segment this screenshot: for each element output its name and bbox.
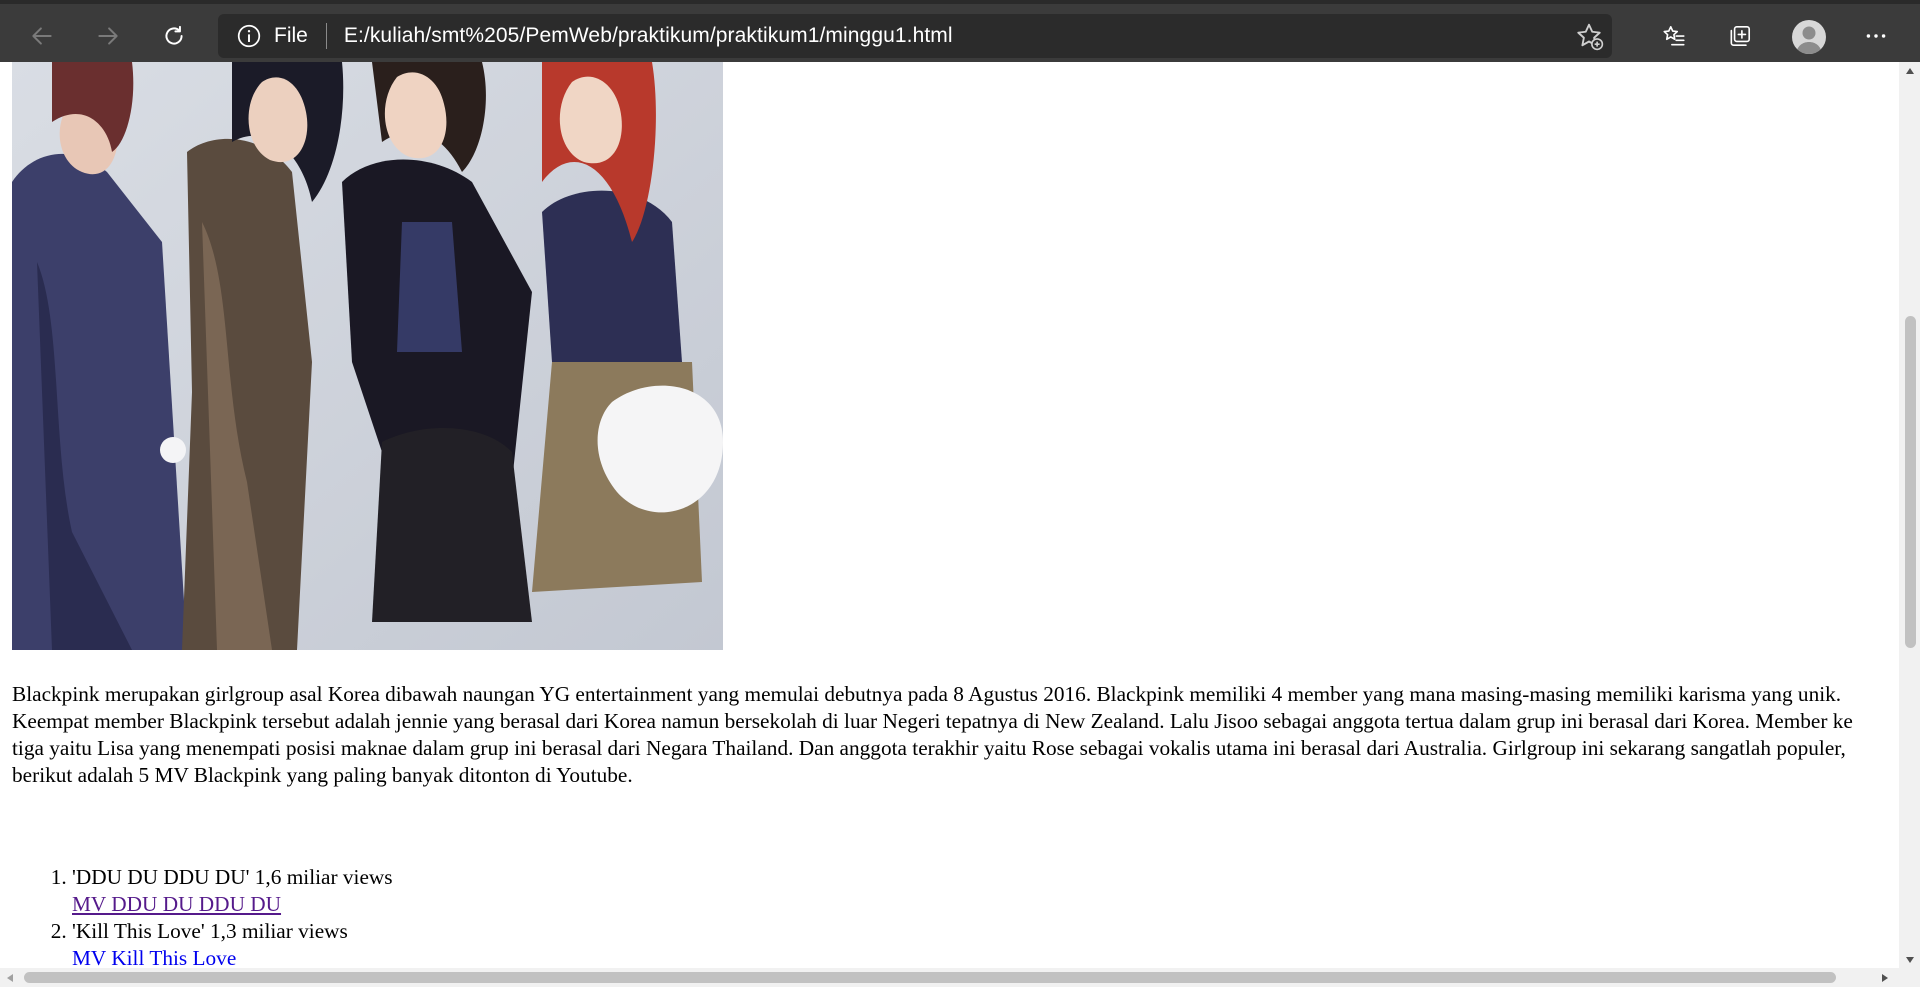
back-icon [32,27,52,45]
address-bar[interactable]: File E:/kuliah/smt%205/PemWeb/praktikum/… [218,14,1612,58]
mv-link[interactable]: MV DDU DU DDU DU [72,891,912,918]
refresh-button[interactable] [154,16,194,56]
profile-avatar[interactable] [1792,20,1826,54]
scroll-down-arrow-icon[interactable] [1899,951,1920,968]
add-favorite-icon[interactable] [1574,21,1604,51]
info-icon[interactable] [236,23,262,49]
scroll-right-arrow-icon[interactable] [1875,968,1895,987]
mv-title: 'Kill This Love' 1,3 miliar views [72,919,348,943]
collections-icon [1730,25,1751,47]
refresh-icon [165,25,183,45]
horizontal-scroll-thumb[interactable] [24,972,1836,983]
browser-toolbar: File E:/kuliah/smt%205/PemWeb/praktikum/… [0,0,1920,62]
address-separator [325,23,327,49]
address-scheme: File [274,24,308,47]
mv-link[interactable]: MV Kill This Love [72,945,912,968]
favorites-button[interactable] [1654,16,1694,56]
more-button[interactable] [1856,16,1896,56]
back-button[interactable] [22,16,62,56]
mv-title: 'DDU DU DDU DU' 1,6 miliar views [72,865,393,889]
forward-icon [98,27,118,45]
list-item: 'Kill This Love' 1,3 miliar views MV Kil… [72,918,912,968]
scroll-left-arrow-icon[interactable] [0,968,20,987]
group-photo-illustration [12,62,723,650]
favorites-icon [1663,25,1685,46]
blackpink-photo [12,62,723,650]
vertical-scroll-thumb[interactable] [1905,316,1916,648]
vertical-scrollbar[interactable] [1899,62,1920,968]
scroll-up-arrow-icon[interactable] [1899,62,1920,79]
list-item: 'DDU DU DDU DU' 1,6 miliar views MV DDU … [72,864,912,918]
page-viewport: Blackpink merupakan girlgroup asal Korea… [0,62,1899,968]
person-icon [1796,26,1822,54]
address-url[interactable]: E:/kuliah/smt%205/PemWeb/praktikum/prakt… [344,24,953,48]
more-icon [1866,34,1886,38]
description-paragraph: Blackpink merupakan girlgroup asal Korea… [12,682,1853,787]
forward-button[interactable] [88,16,128,56]
mv-list: 'DDU DU DDU DU' 1,6 miliar views MV DDU … [12,864,912,968]
horizontal-scrollbar[interactable] [0,968,1920,987]
collections-button[interactable] [1720,16,1760,56]
